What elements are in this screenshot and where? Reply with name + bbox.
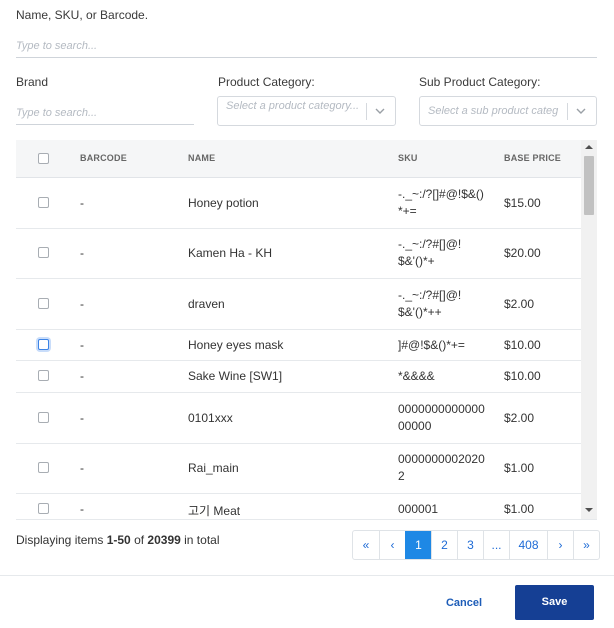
category-label: Product Category: <box>218 75 315 89</box>
row-checkbox[interactable] <box>38 339 49 350</box>
select-separator <box>567 103 568 120</box>
row-checkbox[interactable] <box>38 412 49 423</box>
price-cell: $2.00 <box>504 297 535 311</box>
last-page-button[interactable]: » <box>573 531 599 559</box>
barcode-cell: - <box>80 502 84 516</box>
cancel-button[interactable]: Cancel <box>432 588 496 618</box>
name-cell: 0101xxx <box>188 411 233 425</box>
table-row[interactable]: - Kamen Ha - KH -._~:/?#[]@!$&'()*+ $20.… <box>16 228 581 279</box>
next-page-button[interactable]: › <box>547 531 573 559</box>
save-button[interactable]: Save <box>515 585 594 620</box>
price-cell: $10.00 <box>504 338 541 352</box>
header-base-price[interactable]: BASE PRICE <box>504 140 561 177</box>
search-input[interactable] <box>16 34 597 58</box>
barcode-cell: - <box>80 196 84 210</box>
sku-cell: 000000000000000000 <box>398 402 485 433</box>
price-cell: $10.00 <box>504 369 541 383</box>
table-row[interactable]: - 고기 Meat 000001 $1.00 <box>16 493 581 519</box>
row-checkbox[interactable] <box>38 370 49 381</box>
header-sku[interactable]: SKU <box>398 140 418 177</box>
table-row[interactable]: - 0101xxx 000000000000000000 $2.00 <box>16 392 581 444</box>
page-408-button[interactable]: 408 <box>509 531 547 559</box>
pagination: « ‹ 1 2 3 ... 408 › » <box>352 530 600 560</box>
chevron-down-icon <box>375 108 385 114</box>
category-placeholder: Select a product category... <box>226 100 360 112</box>
name-cell: draven <box>188 297 225 311</box>
page-2-button[interactable]: 2 <box>431 531 457 559</box>
sku-cell: -._~:/?#[]@!$&'()*+ <box>398 237 462 268</box>
footer-divider <box>0 575 614 576</box>
row-checkbox[interactable] <box>38 462 49 473</box>
name-cell: Rai_main <box>188 461 239 475</box>
barcode-cell: - <box>80 411 84 425</box>
sku-cell: *&&&& <box>398 369 435 383</box>
sku-cell: -._~:/?[]#@!$&()*+= <box>398 187 484 218</box>
page-3-button[interactable]: 3 <box>457 531 483 559</box>
prev-page-button[interactable]: ‹ <box>379 531 405 559</box>
subcategory-label: Sub Product Category: <box>419 75 541 89</box>
chevron-down-icon <box>576 108 586 114</box>
row-checkbox[interactable] <box>38 197 49 208</box>
select-separator <box>366 103 367 120</box>
scroll-down-icon[interactable] <box>585 508 593 512</box>
subcategory-select[interactable]: Select a sub product categ <box>419 96 597 126</box>
name-cell: Kamen Ha - KH <box>188 246 273 260</box>
row-checkbox[interactable] <box>38 247 49 258</box>
sku-cell: ]#@!$&()*+= <box>398 338 465 352</box>
brand-label: Brand <box>16 75 49 89</box>
summary-prefix: Displaying items <box>16 533 107 547</box>
page-1-button[interactable]: 1 <box>405 531 431 559</box>
category-select[interactable]: Select a product category... <box>217 96 396 126</box>
table-row[interactable]: - Rai_main 00000000020202 $1.00 <box>16 443 581 494</box>
price-cell: $1.00 <box>504 461 535 475</box>
row-checkbox[interactable] <box>38 298 49 309</box>
sku-cell: -._~:/?#[]@!$&'()*++ <box>398 288 462 319</box>
row-checkbox[interactable] <box>38 503 49 514</box>
barcode-cell: - <box>80 369 84 383</box>
price-cell: $15.00 <box>504 196 541 210</box>
table-row[interactable]: - Sake Wine [SW1] *&&&& $10.00 <box>16 360 581 393</box>
sku-cell: 000001 <box>398 502 439 516</box>
page-ellipsis[interactable]: ... <box>483 531 509 559</box>
subcategory-placeholder: Select a sub product categ <box>428 105 559 117</box>
brand-input[interactable] <box>16 101 194 125</box>
table-row[interactable]: - draven -._~:/?#[]@!$&'()*++ $2.00 <box>16 278 581 330</box>
price-cell: $1.00 <box>504 502 535 516</box>
scroll-up-icon[interactable] <box>585 145 593 149</box>
table-header: BARCODE NAME SKU BASE PRICE <box>16 140 581 178</box>
pagination-summary: Displaying items 1-50 of 20399 in total <box>16 533 220 547</box>
name-cell: 고기 Meat <box>188 504 241 518</box>
header-name[interactable]: NAME <box>188 140 215 177</box>
summary-of: of <box>130 533 148 547</box>
name-cell: Honey eyes mask <box>188 338 284 352</box>
barcode-cell: - <box>80 246 84 260</box>
scrollbar-thumb[interactable] <box>584 156 594 215</box>
barcode-cell: - <box>80 338 84 352</box>
products-table: BARCODE NAME SKU BASE PRICE - Honey poti… <box>16 140 597 520</box>
table-scrollbar[interactable] <box>581 140 597 519</box>
sku-cell: 00000000020202 <box>398 452 485 483</box>
name-cell: Honey potion <box>188 196 259 210</box>
price-cell: $2.00 <box>504 411 535 425</box>
first-page-button[interactable]: « <box>353 531 379 559</box>
barcode-cell: - <box>80 297 84 311</box>
table-row[interactable]: - Honey eyes mask ]#@!$&()*+= $10.00 <box>16 329 581 361</box>
header-barcode[interactable]: BARCODE <box>80 140 127 177</box>
search-label: Name, SKU, or Barcode. <box>16 8 149 22</box>
barcode-cell: - <box>80 461 84 475</box>
summary-total: 20399 <box>147 533 181 547</box>
name-cell: Sake Wine [SW1] <box>188 369 283 383</box>
price-cell: $20.00 <box>504 246 541 260</box>
table-row[interactable]: - Honey potion -._~:/?[]#@!$&()*+= $15.0… <box>16 177 581 229</box>
select-all-checkbox[interactable] <box>38 153 49 164</box>
summary-suffix: in total <box>180 533 220 547</box>
summary-range: 1-50 <box>106 533 131 547</box>
